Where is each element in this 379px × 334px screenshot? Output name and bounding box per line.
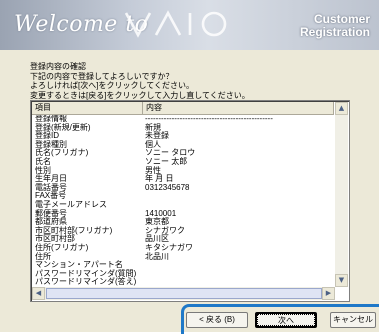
row-item-value: ----------------------------------------… — [145, 115, 273, 123]
scroll-up-icon[interactable]: ▲ — [335, 102, 348, 115]
list-header: 項目 内容 — [32, 102, 334, 115]
table-row[interactable]: 郵便番号 1410001 — [32, 209, 334, 219]
scroll-left-icon[interactable]: ◀ — [32, 287, 45, 300]
vertical-scrollbar[interactable]: ▲ ▼ — [335, 102, 348, 287]
header-banner: Welcome to Customer Registration — [0, 0, 379, 50]
scroll-right-icon[interactable]: ▶ — [322, 287, 335, 300]
customer-registration-title: Customer Registration — [300, 13, 370, 39]
instruction-line: 下記の内容で登録してよろしいですか？ — [30, 71, 174, 81]
highlight-callout — [181, 304, 379, 334]
column-header-content[interactable]: 内容 — [143, 102, 334, 114]
table-row[interactable]: パスワードリマインダ(答え) — [32, 278, 334, 287]
table-row[interactable]: 性別 男性 — [32, 166, 334, 176]
confirmation-list[interactable]: 項目 内容 登録情報 ------------------------------… — [30, 100, 350, 302]
column-header-item[interactable]: 項目 — [32, 102, 143, 114]
title-line-2: Registration — [299, 25, 370, 39]
table-row[interactable]: 電話番号 0312345678 — [32, 182, 334, 193]
row-item-label: パスワードリマインダ(答え) — [35, 277, 137, 287]
table-row[interactable]: 登録ID 未登録 — [32, 132, 334, 141]
horizontal-scrollbar[interactable]: ◀ ▶ — [32, 287, 335, 300]
instruction-heading: 登録内容の確認 — [30, 62, 86, 71]
list-rows: 登録情報 ------------------------------------… — [32, 115, 334, 287]
vaio-logo — [124, 10, 227, 38]
instruction-line: よろしければ[次へ]をクリックしてください。 — [30, 81, 194, 90]
instruction-line: 変更するときは[戻る]をクリックして入力し直してください。 — [30, 90, 250, 100]
table-row[interactable]: 登録(新規/更新) 新規 — [32, 123, 334, 133]
table-row[interactable]: 市区町村部(フリガナ) シナガワク — [32, 226, 334, 236]
row-item-value: 北品川 — [145, 251, 169, 261]
row-item-value: 0312345678 — [145, 182, 190, 192]
registration-window: Welcome to Customer Registration 登録内容の確認… — [0, 0, 379, 334]
scroll-down-icon[interactable]: ▼ — [335, 274, 348, 287]
instructions: 登録内容の確認 下記の内容で登録してよろしいですか？ よろしければ[次へ]をクリ… — [30, 62, 250, 100]
table-row[interactable]: 氏名 ソニー 太郎 — [32, 157, 334, 167]
horizontal-scroll-thumb[interactable] — [46, 288, 322, 299]
table-row[interactable]: 住所(フリガナ) キタシナガワ — [32, 243, 334, 253]
table-row[interactable]: 電子メールアドレス — [32, 200, 334, 210]
